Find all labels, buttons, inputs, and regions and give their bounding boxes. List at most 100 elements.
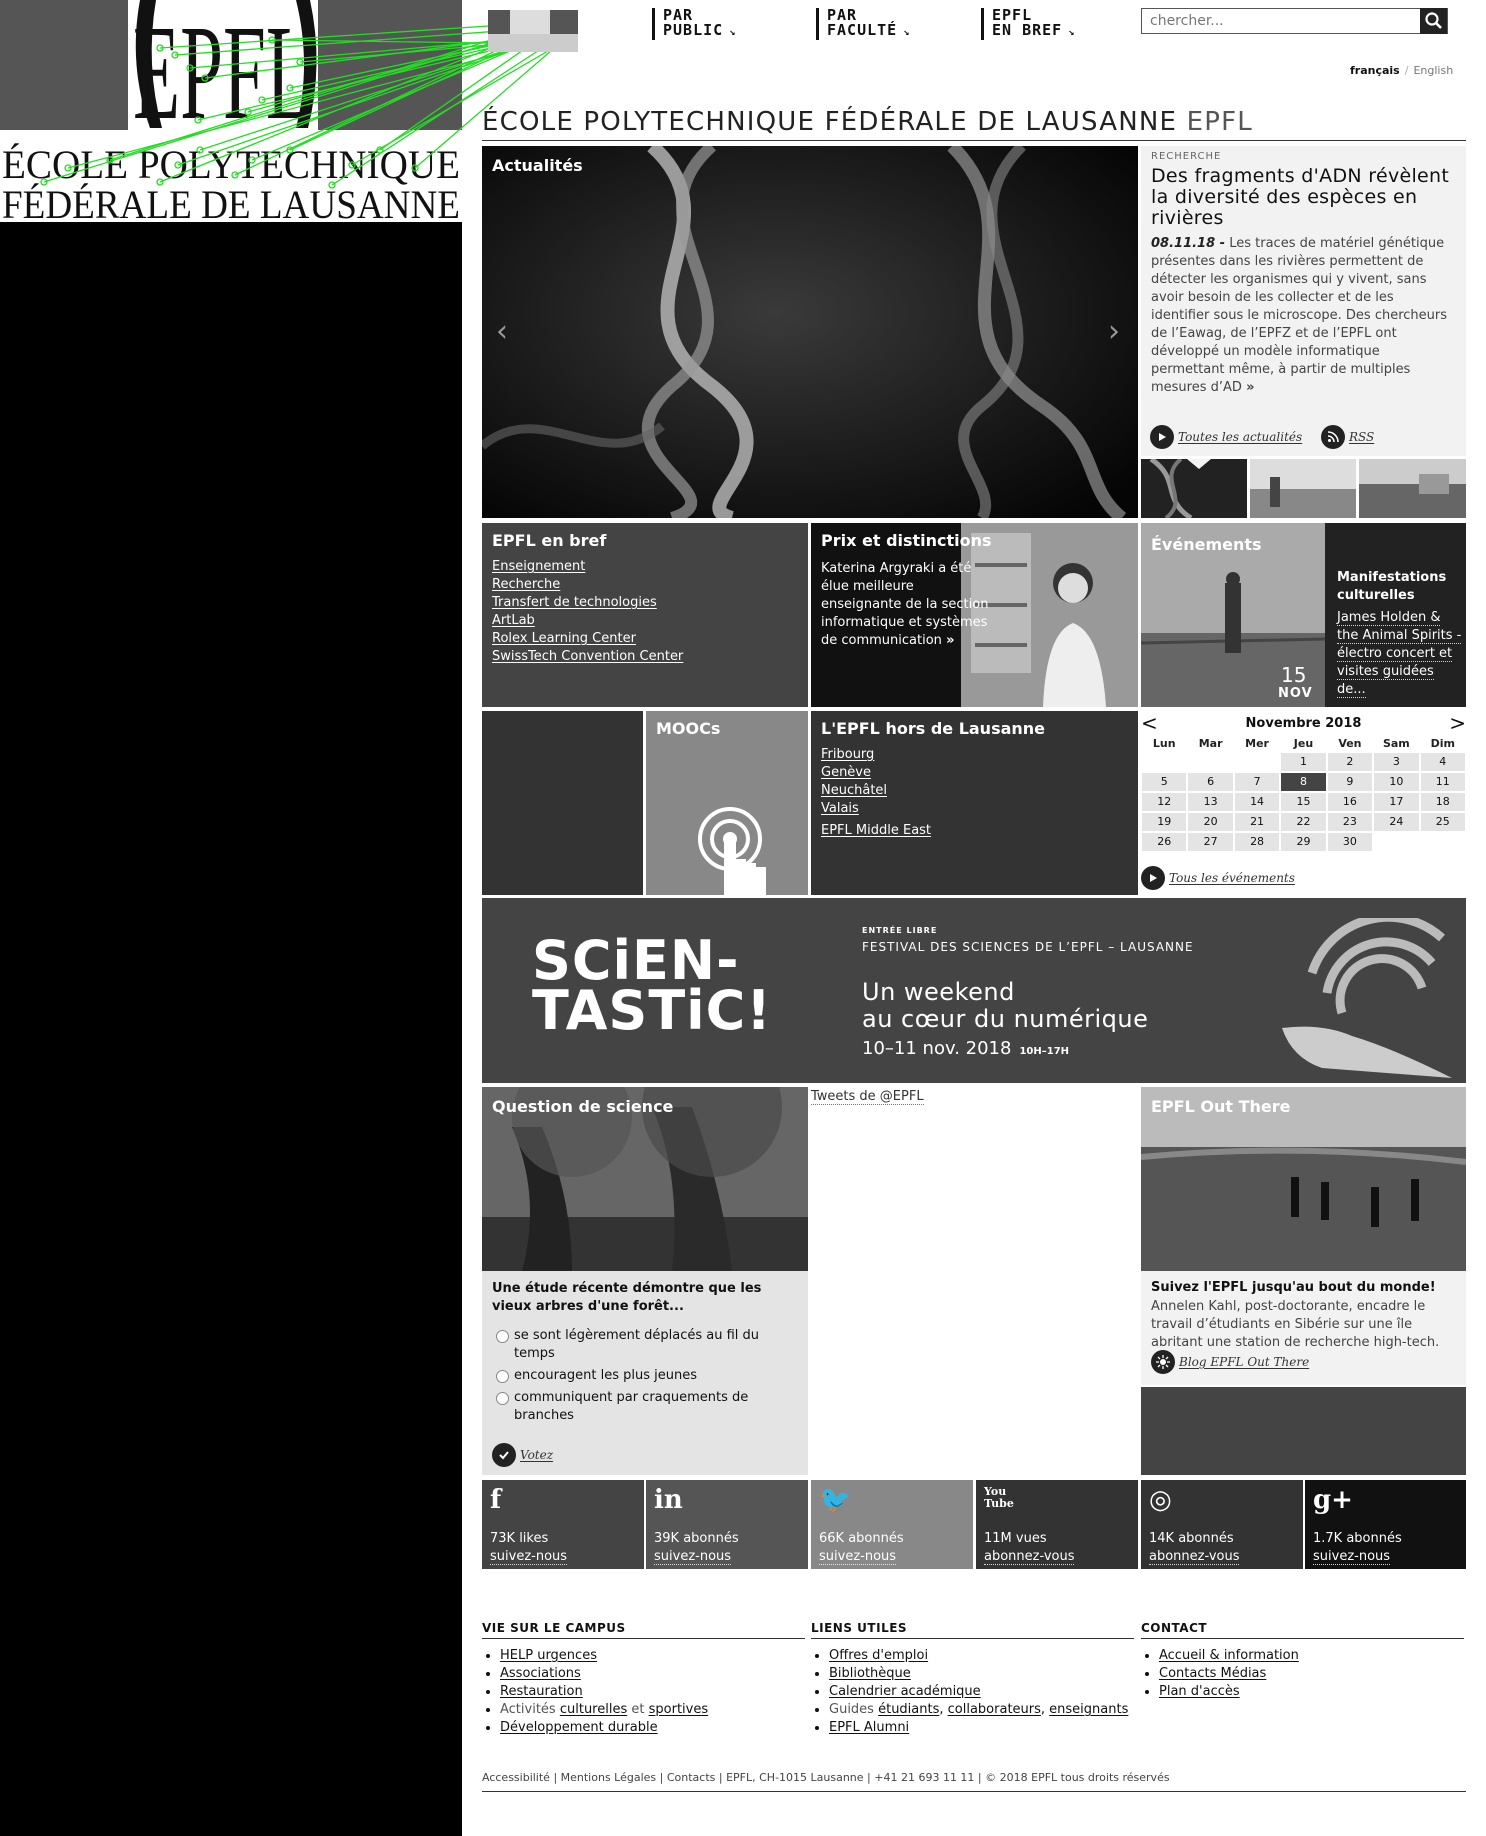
bref-link-enseignement[interactable]: Enseignement (492, 559, 585, 574)
social-youtube[interactable]: You Tube 11M vues abonnez-vous (976, 1480, 1138, 1569)
footer-link-plan[interactable]: Plan d'accès (1159, 1684, 1240, 1699)
footer-link-medias[interactable]: Contacts Médias (1159, 1666, 1266, 1681)
calendar-date[interactable]: 14 (1234, 793, 1280, 811)
footer-link-collaborateurs[interactable]: collaborateurs (948, 1702, 1041, 1717)
calendar-date[interactable]: 18 (1420, 793, 1465, 811)
news-thumb-3[interactable] (1359, 459, 1466, 518)
footer-link-restauration[interactable]: Restauration (500, 1684, 583, 1699)
news-thumb-1[interactable] (1141, 456, 1247, 521)
evenements-tile[interactable]: Événements 15 NOV Manifestations culture… (1141, 523, 1466, 707)
hors-link-middle-east[interactable]: EPFL Middle East (821, 823, 931, 838)
social-instagram[interactable]: ◎ 14K abonnés abonnez-vous (1141, 1480, 1303, 1569)
bref-link-swisstech[interactable]: SwissTech Convention Center (492, 649, 683, 664)
footer-link-associations[interactable]: Associations (500, 1666, 581, 1681)
calendar-date[interactable]: 27 (1188, 833, 1233, 851)
calendar-date[interactable]: 19 (1142, 813, 1187, 831)
news-thumb-2[interactable] (1250, 459, 1356, 518)
prix-distinctions-tile[interactable]: Prix et distinctions Katerina Argyraki a… (811, 523, 1138, 707)
answer-option-1[interactable]: se sont légèrement déplacés au fil du te… (496, 1327, 796, 1363)
footer-link-emploi[interactable]: Offres d'emploi (829, 1648, 928, 1663)
vote-button[interactable]: Votez (492, 1443, 553, 1467)
calendar-date[interactable]: 22 (1281, 813, 1326, 831)
hors-link-fribourg[interactable]: Fribourg (821, 747, 874, 762)
footer-link-culturelles[interactable]: culturelles (560, 1702, 627, 1717)
calendar-date[interactable]: 20 (1188, 813, 1233, 831)
prix-more-link[interactable]: » (946, 633, 954, 648)
hors-link-neuchatel[interactable]: Neuchâtel (821, 783, 887, 798)
calendar-date[interactable]: 1 (1281, 753, 1326, 771)
moocs-tile[interactable]: MOOCs (646, 711, 808, 895)
footer-link-help[interactable]: HELP urgences (500, 1648, 597, 1663)
calendar-date[interactable]: 23 (1327, 813, 1373, 831)
social-googleplus[interactable]: g+ 1.7K abonnés suivez-nous (1305, 1480, 1466, 1569)
radio-button[interactable] (496, 1370, 509, 1383)
answer-option-2[interactable]: encouragent les plus jeunes (496, 1367, 796, 1385)
calendar-date[interactable]: 9 (1327, 773, 1373, 791)
all-events-link[interactable]: Tous les événements (1141, 866, 1295, 890)
calendar-date[interactable]: 15 (1281, 793, 1326, 811)
calendar-date[interactable]: 7 (1234, 773, 1280, 791)
linkedin-follow[interactable]: suivez-nous (654, 1549, 732, 1565)
social-linkedin[interactable]: in 39K abonnés suivez-nous (646, 1480, 808, 1569)
footer-link-etudiants[interactable]: étudiants (878, 1702, 939, 1717)
news-headline[interactable]: Des fragments d'ADN révèlent la diversit… (1151, 166, 1456, 229)
calendar-date[interactable]: 24 (1374, 813, 1419, 831)
footer-link-durable[interactable]: Développement durable (500, 1720, 658, 1735)
calendar-date[interactable]: 13 (1188, 793, 1233, 811)
slider-prev-icon[interactable]: ‹ (496, 314, 508, 349)
lang-english[interactable]: English (1413, 64, 1453, 77)
calendar-date[interactable]: 10 (1374, 773, 1419, 791)
slider-next-icon[interactable]: › (1108, 314, 1120, 349)
bref-link-transfert[interactable]: Transfert de technologies (492, 595, 657, 610)
radio-button[interactable] (496, 1392, 509, 1405)
tweets-link[interactable]: Tweets de @EPFL (811, 1089, 924, 1105)
social-twitter[interactable]: 🐦 66K abonnés suivez-nous (811, 1480, 973, 1569)
facebook-follow[interactable]: suivez-nous (490, 1549, 568, 1565)
bref-link-recherche[interactable]: Recherche (492, 577, 560, 592)
calendar-date[interactable]: 21 (1234, 813, 1280, 831)
calendar-date[interactable]: 12 (1142, 793, 1187, 811)
calendar-date[interactable]: 17 (1374, 793, 1419, 811)
calendar-date[interactable]: 8 (1281, 773, 1326, 791)
calendar-date[interactable]: 6 (1188, 773, 1233, 791)
calendar-date[interactable]: 11 (1420, 773, 1465, 791)
calendar-date[interactable]: 16 (1327, 793, 1373, 811)
calendar-date[interactable]: 3 (1374, 753, 1419, 771)
calendar-date[interactable]: 25 (1420, 813, 1465, 831)
footer-link-accueil[interactable]: Accueil & information (1159, 1648, 1299, 1663)
answer-option-3[interactable]: communiquent par craquements de branches (496, 1389, 796, 1425)
news-more-link[interactable]: » (1246, 380, 1254, 395)
news-slider[interactable]: Actualités ‹ › (482, 146, 1138, 518)
all-news-link[interactable]: Toutes les actualités (1150, 425, 1302, 449)
radio-button[interactable] (496, 1330, 509, 1343)
search-button[interactable] (1420, 8, 1447, 34)
calendar-date[interactable]: 28 (1234, 833, 1280, 851)
calendar-date[interactable]: 2 (1327, 753, 1373, 771)
instagram-follow[interactable]: abonnez-vous (1149, 1549, 1240, 1565)
scientastic-banner[interactable]: SCiEN- TASTiC! ENTRÉE LIBRE FESTIVAL DES… (482, 898, 1466, 1083)
out-there-blog-link[interactable]: Blog EPFL Out There (1151, 1350, 1309, 1374)
calendar-date[interactable]: 30 (1327, 833, 1373, 851)
twitter-follow[interactable]: suivez-nous (819, 1549, 897, 1565)
googleplus-follow[interactable]: suivez-nous (1313, 1549, 1391, 1565)
lang-francais[interactable]: français (1350, 64, 1400, 77)
youtube-follow[interactable]: abonnez-vous (984, 1549, 1075, 1565)
bref-link-artlab[interactable]: ArtLab (492, 613, 535, 628)
social-facebook[interactable]: f 73K likes suivez-nous (482, 1480, 644, 1569)
calendar-prev-button[interactable]: < (1141, 713, 1158, 733)
footer-link-alumni[interactable]: EPFL Alumni (829, 1720, 909, 1735)
rss-link[interactable]: RSS (1321, 425, 1374, 449)
calendar-date[interactable]: 29 (1281, 833, 1326, 851)
footer-link-bibliotheque[interactable]: Bibliothèque (829, 1666, 911, 1681)
calendar-date[interactable]: 5 (1142, 773, 1187, 791)
footer-link-calendrier[interactable]: Calendrier académique (829, 1684, 981, 1699)
calendar-date[interactable]: 4 (1420, 753, 1465, 771)
event-link[interactable]: James Holden & the Animal Spirits - élec… (1337, 609, 1462, 699)
bref-link-rolex[interactable]: Rolex Learning Center (492, 631, 636, 646)
epfl-logo-small[interactable] (488, 10, 578, 52)
calendar-date[interactable]: 26 (1142, 833, 1187, 851)
footer-link-sportives[interactable]: sportives (649, 1702, 709, 1717)
nav-epfl-en-bref[interactable]: EPFL EN BREF ↘ (981, 8, 1075, 40)
hors-link-geneve[interactable]: Genève (821, 765, 871, 780)
footer-link-enseignants[interactable]: enseignants (1049, 1702, 1128, 1717)
